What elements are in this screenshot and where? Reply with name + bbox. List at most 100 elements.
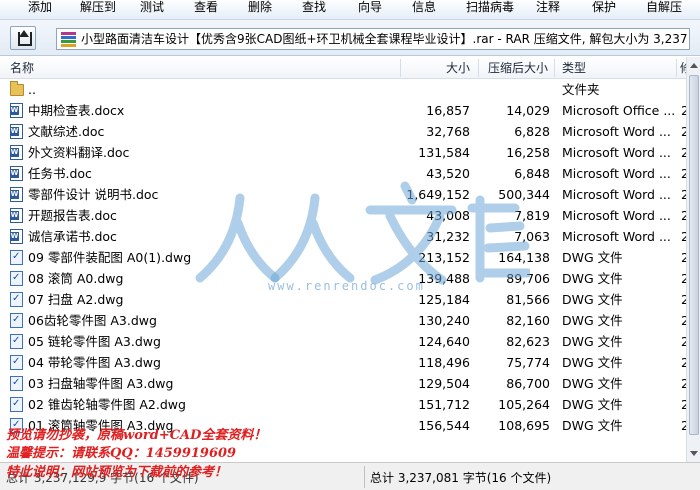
- file-packed-size: 108,695: [498, 418, 550, 433]
- file-type: 文件夹: [562, 82, 600, 97]
- file-row[interactable]: 任务书.doc43,5206,848Microsoft Word ...2: [0, 163, 686, 184]
- file-size: 151,712: [418, 397, 470, 412]
- column-size[interactable]: 大小: [446, 60, 470, 76]
- wizard-button[interactable]: 向导: [358, 0, 382, 16]
- archive-path-field[interactable]: 小型路面清洁车设计【优秀含9张CAD图纸+环卫机械全套课程毕业设计】.rar -…: [56, 28, 690, 50]
- extract-to-button[interactable]: 解压到: [80, 0, 116, 16]
- file-packed-size: 75,774: [506, 355, 550, 370]
- file-type: DWG 文件: [562, 334, 623, 349]
- file-name: 09 零部件装配图 A0(1).dwg: [28, 250, 192, 265]
- file-name: 05 链轮零件图 A3.dwg: [28, 334, 161, 349]
- promo-line-2: 温馨提示：请联系QQ：1459919609: [6, 446, 237, 461]
- file-name: 06齿轮零件图 A3.dwg: [28, 313, 157, 328]
- word-document-icon: [10, 229, 23, 244]
- file-size: 118,496: [418, 355, 470, 370]
- column-divider[interactable]: [400, 59, 401, 77]
- file-name: 07 扫盘 A2.dwg: [28, 292, 124, 307]
- file-name: 03 扫盘轴零件图 A3.dwg: [28, 376, 174, 391]
- promo-line-3: 特此说明：网站预览为下载前的参考！: [6, 465, 228, 480]
- file-row[interactable]: 09 零部件装配图 A0(1).dwg213,152164,138DWG 文件2: [0, 247, 686, 268]
- word-document-icon: [10, 208, 23, 223]
- word-document-icon: [10, 145, 23, 160]
- file-size: 139,488: [418, 271, 470, 286]
- file-size: 129,504: [418, 376, 470, 391]
- word-document-icon: [10, 124, 23, 139]
- file-packed-size: 14,029: [506, 103, 550, 118]
- dwg-file-icon: [10, 376, 23, 391]
- folder-icon: [10, 81, 24, 96]
- delete-button[interactable]: 删除: [248, 0, 272, 16]
- comment-button[interactable]: 注释: [536, 0, 560, 16]
- promo-line-1: 预览请勿抄袭，原稿word+CAD全套资料！: [6, 428, 267, 443]
- file-size: 1,649,152: [406, 187, 470, 202]
- word-document-icon: [10, 187, 23, 202]
- column-divider[interactable]: [554, 59, 555, 77]
- file-list: 名称 大小 压缩后大小 类型 修 .. 文件夹中期检查表.docx 16,857 14…: [0, 57, 686, 462]
- file-row[interactable]: 04 带轮零件图 A3.dwg118,49675,774DWG 文件2: [0, 352, 686, 373]
- file-type: Microsoft Office ...: [562, 103, 674, 118]
- file-size: 213,152: [418, 250, 470, 265]
- file-row[interactable]: 文献综述.doc32,7686,828Microsoft Word ...2: [0, 121, 686, 142]
- test-button[interactable]: 测试: [140, 0, 164, 16]
- column-name[interactable]: 名称: [10, 60, 34, 76]
- find-button[interactable]: 查找: [302, 0, 326, 16]
- file-type: Microsoft Word ...: [562, 229, 671, 244]
- up-folder-button[interactable]: [10, 26, 36, 50]
- file-type: DWG 文件: [562, 418, 623, 433]
- scroll-down-icon[interactable]: [690, 451, 698, 456]
- file-packed-size: 500,344: [498, 187, 550, 202]
- file-packed-size: 6,848: [514, 166, 550, 181]
- file-row[interactable]: 05 链轮零件图 A3.dwg124,64082,623DWG 文件2: [0, 331, 686, 352]
- archive-path-text: 小型路面清洁车设计【优秀含9张CAD图纸+环卫机械全套课程毕业设计】.rar -…: [81, 32, 687, 46]
- info-button[interactable]: 信息: [412, 0, 436, 16]
- dwg-file-icon: [10, 292, 23, 307]
- file-size: 31,232: [426, 229, 470, 244]
- vertical-scrollbar[interactable]: [686, 57, 700, 462]
- column-divider[interactable]: [478, 59, 479, 77]
- file-row[interactable]: 06齿轮零件图 A3.dwg130,24082,160DWG 文件2: [0, 310, 686, 331]
- column-divider[interactable]: [676, 59, 677, 77]
- file-name: 中期检查表.docx: [28, 103, 125, 118]
- file-row[interactable]: 外文资料翻译.doc 131,584 16,258 Microsoft Word ..…: [0, 142, 686, 163]
- file-row[interactable]: 中期检查表.docx 16,857 14,029 Microsoft Office .…: [0, 100, 686, 121]
- file-row[interactable]: 02 锥齿轮轴零件图 A2.dwg151,712105,264DWG 文件2: [0, 394, 686, 415]
- file-packed-size: 16,258: [506, 145, 550, 160]
- file-packed-size: 7,063: [514, 229, 550, 244]
- scroll-up-icon[interactable]: [690, 63, 698, 68]
- file-name: 任务书.doc: [28, 166, 92, 181]
- word-document-icon: [10, 166, 23, 181]
- file-packed-size: 6,828: [514, 124, 550, 139]
- file-type: Microsoft Word ...: [562, 145, 671, 160]
- file-name: ..: [28, 82, 36, 97]
- file-type: Microsoft Word ...: [562, 208, 671, 223]
- view-button[interactable]: 查看: [194, 0, 218, 16]
- file-size: 43,520: [426, 166, 470, 181]
- file-row[interactable]: 零部件设计 说明书.doc 1,649,152 500,344 Microsoft W…: [0, 184, 686, 205]
- file-row[interactable]: 诚信承诺书.doc31,2327,063Microsoft Word ...2: [0, 226, 686, 247]
- status-total: 总计 3,237,081 字节(16 个文件): [370, 471, 552, 485]
- column-header-row: 名称 大小 压缩后大小 类型 修: [0, 57, 686, 79]
- file-name: 开题报告表.doc: [28, 208, 117, 223]
- dwg-file-icon: [10, 334, 23, 349]
- protect-button[interactable]: 保护: [592, 0, 616, 16]
- scroll-thumb[interactable]: [689, 75, 699, 435]
- add-button[interactable]: 添加: [28, 0, 52, 16]
- file-type: DWG 文件: [562, 397, 623, 412]
- word-document-icon: [10, 103, 23, 118]
- column-type[interactable]: 类型: [562, 60, 586, 76]
- file-packed-size: 81,566: [506, 292, 550, 307]
- dwg-file-icon: [10, 397, 23, 412]
- file-row[interactable]: 开题报告表.doc43,0087,819Microsoft Word ...2: [0, 205, 686, 226]
- file-name: 04 带轮零件图 A3.dwg: [28, 355, 161, 370]
- sfx-button[interactable]: 自解压: [646, 0, 682, 16]
- status-divider: [364, 466, 365, 488]
- file-size: 130,240: [418, 313, 470, 328]
- column-packed[interactable]: 压缩后大小: [488, 60, 548, 76]
- file-type: DWG 文件: [562, 271, 623, 286]
- file-row[interactable]: .. 文件夹: [0, 79, 686, 100]
- file-packed-size: 164,138: [498, 250, 550, 265]
- scan-virus-button[interactable]: 扫描病毒: [466, 0, 514, 16]
- file-row[interactable]: 03 扫盘轴零件图 A3.dwg129,50486,700DWG 文件2: [0, 373, 686, 394]
- rar-archive-icon: [61, 32, 76, 47]
- file-packed-size: 89,706: [506, 271, 550, 286]
